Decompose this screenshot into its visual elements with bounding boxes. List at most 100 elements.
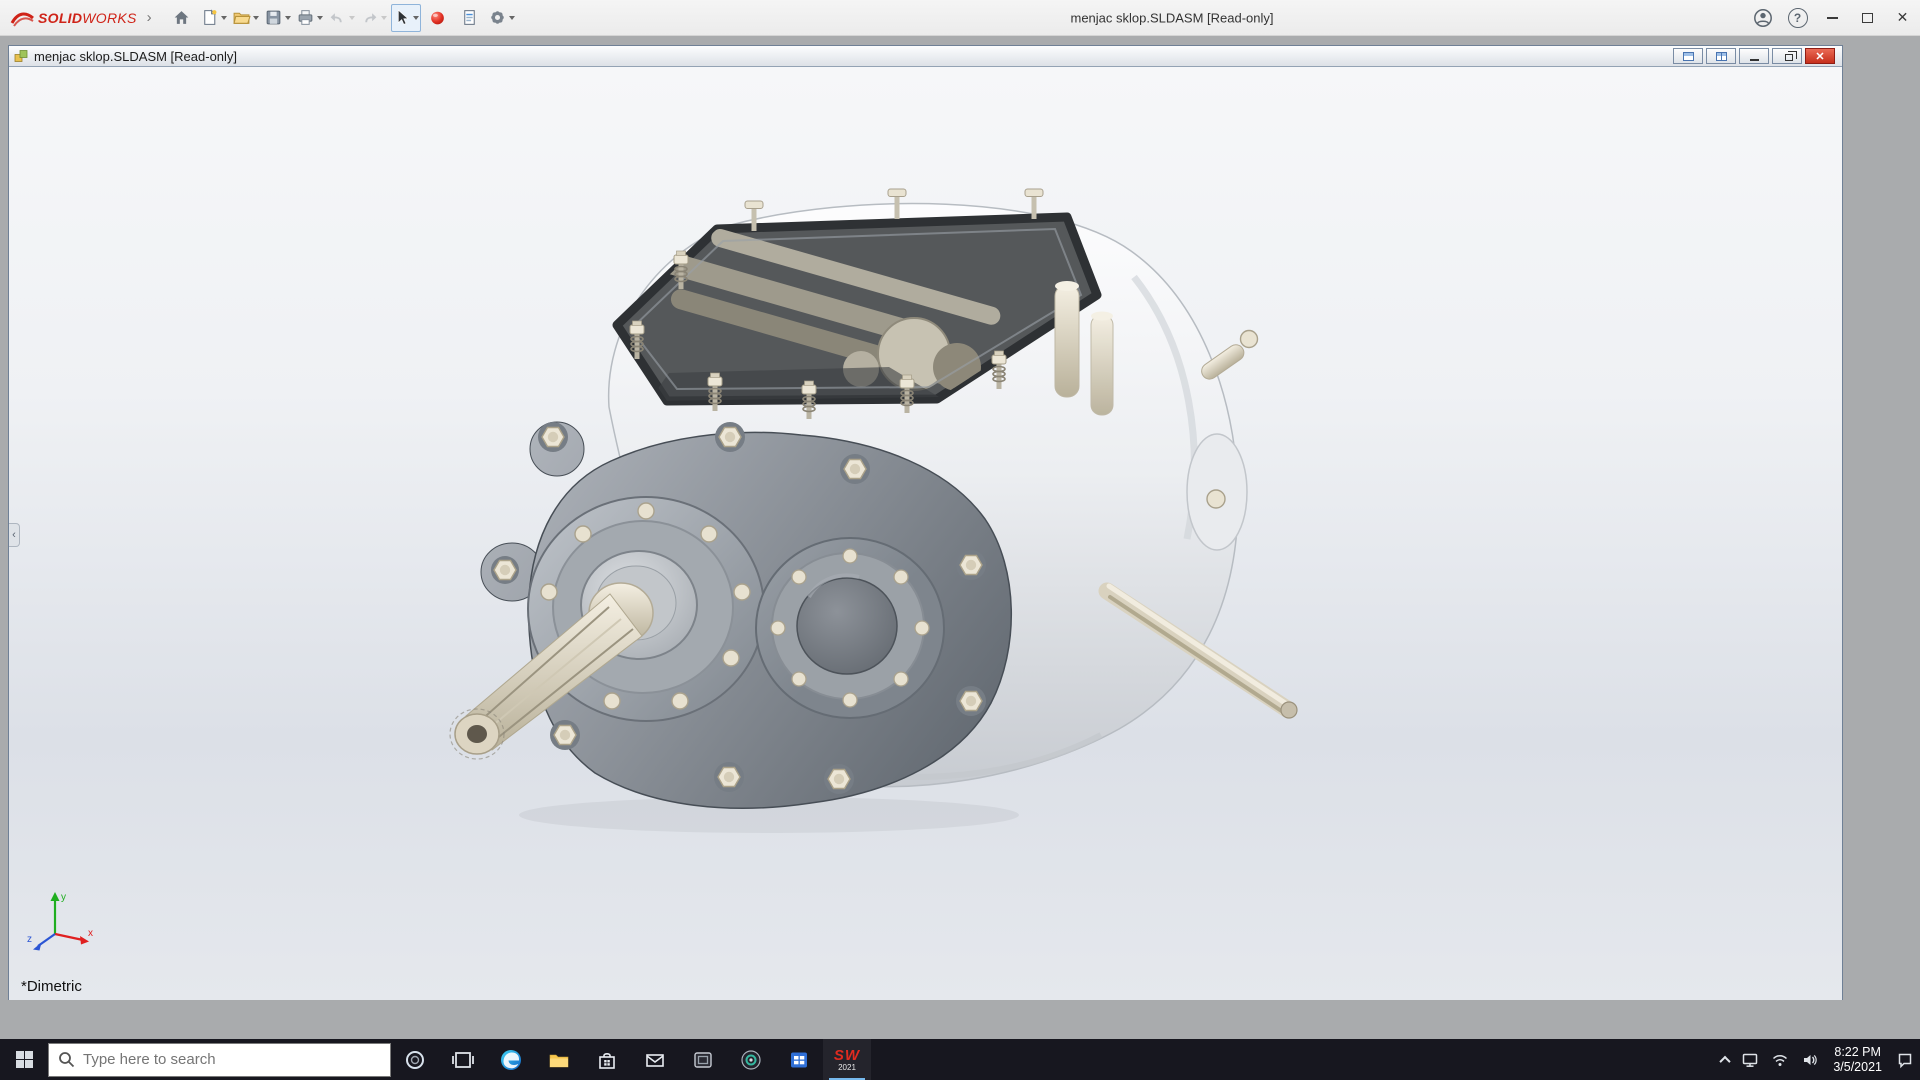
file-properties-icon: [464, 10, 475, 25]
close-button[interactable]: ✕: [1885, 0, 1920, 35]
viewport-pane-button[interactable]: [1673, 48, 1703, 64]
undo-dropdown-icon: [349, 15, 356, 20]
taskbar-app-blue-tiles[interactable]: [775, 1039, 823, 1080]
tray-display-button[interactable]: [1735, 1039, 1765, 1080]
split-pane-icon: [1715, 51, 1727, 61]
maximize-icon: [1862, 12, 1873, 23]
clock-date: 3/5/2021: [1833, 1059, 1882, 1074]
network-icon: [1773, 1054, 1788, 1066]
cortana-button[interactable]: [391, 1039, 439, 1080]
pane-icon: [1682, 51, 1694, 61]
redo-button[interactable]: [359, 4, 389, 32]
tray-network-button[interactable]: [1765, 1039, 1795, 1080]
home-button[interactable]: [167, 4, 197, 32]
taskbar-app-edge[interactable]: [487, 1039, 535, 1080]
system-tray: 8:22 PM 3/5/2021: [1715, 1039, 1920, 1080]
display-icon: [1743, 1053, 1758, 1067]
help-icon: ?: [1787, 7, 1808, 28]
task-view-icon: [452, 1051, 474, 1068]
minimize-icon: [1827, 16, 1838, 19]
rebuild-button[interactable]: [423, 4, 453, 32]
open-button[interactable]: [231, 4, 261, 32]
hidden-icons-button[interactable]: [1715, 1039, 1735, 1080]
help-button[interactable]: ?: [1780, 0, 1815, 35]
print-button[interactable]: [295, 4, 325, 32]
select-dropdown-icon[interactable]: [413, 15, 420, 20]
new-document-icon: [204, 9, 217, 25]
application-title: menjac sklop.SLDASM [Read-only]: [1070, 10, 1274, 25]
taskbar-app-media[interactable]: [727, 1039, 775, 1080]
options-button[interactable]: [487, 4, 517, 32]
save-button[interactable]: [263, 4, 293, 32]
task-view-button[interactable]: [439, 1039, 487, 1080]
taskbar-clock[interactable]: 8:22 PM 3/5/2021: [1825, 1045, 1890, 1075]
document-window: menjac sklop.SLDASM [Read-only] ✕ ‹ y x …: [8, 45, 1843, 1000]
taskbar-app-solidworks[interactable]: SW 2021: [823, 1039, 871, 1080]
blue-tiles-app-icon: [791, 1052, 807, 1067]
assembly-document-icon: [14, 50, 28, 62]
taskbar-app-screenshot[interactable]: [679, 1039, 727, 1080]
viewport-split-button[interactable]: [1706, 48, 1736, 64]
undo-icon: [330, 13, 342, 23]
options-gear-icon: [491, 11, 504, 24]
gearbox-assembly-model: [449, 188, 1298, 833]
start-button[interactable]: [0, 1039, 48, 1080]
windows-logo-icon: [15, 1051, 33, 1068]
search-icon: [59, 1052, 75, 1068]
clock-time: 8:22 PM: [1834, 1044, 1881, 1059]
file-explorer-icon: [549, 1054, 569, 1067]
view-orientation-label: *Dimetric: [21, 978, 82, 995]
save-dropdown-icon[interactable]: [285, 15, 292, 20]
user-icon: [1753, 8, 1772, 27]
tray-volume-button[interactable]: [1795, 1039, 1825, 1080]
graphics-viewport[interactable]: ‹ y x z *Dimetric: [9, 67, 1842, 1000]
select-tool-button[interactable]: [390, 3, 421, 32]
account-button[interactable]: [1745, 0, 1780, 35]
options-dropdown-icon[interactable]: [509, 15, 516, 20]
mdi-client-area: menjac sklop.SLDASM [Read-only] ✕ ‹ y x …: [0, 36, 1920, 1039]
store-icon: [599, 1052, 615, 1069]
restore-icon: [1784, 51, 1797, 61]
taskbar-search[interactable]: [48, 1042, 391, 1077]
media-app-icon: [741, 1049, 761, 1070]
solidworks-2021-icon: SW 2021: [834, 1048, 860, 1072]
feature-panel-collapse-tab[interactable]: ‹: [9, 523, 20, 547]
close-icon: ✕: [1815, 50, 1825, 63]
select-arrow-icon: [398, 9, 409, 25]
edge-icon: [501, 1049, 521, 1070]
action-center-button[interactable]: [1890, 1039, 1920, 1080]
menu-flyout-arrow-icon[interactable]: ›: [147, 9, 152, 26]
new-document-dropdown-icon[interactable]: [221, 15, 228, 20]
orientation-triad[interactable]: y x z: [25, 886, 97, 958]
triad-y-label: y: [61, 892, 66, 903]
cortana-icon: [406, 1050, 424, 1069]
taskbar-app-mail[interactable]: [631, 1039, 679, 1080]
document-close-button[interactable]: ✕: [1805, 48, 1835, 64]
application-titlebar: SOLIDWORKS › menjac sklop.SLDASM [Read-o…: [0, 0, 1920, 36]
new-document-button[interactable]: [199, 4, 229, 32]
solidworks-logo: SOLIDWORKS: [10, 9, 137, 27]
solidworks-year: 2021: [838, 1062, 856, 1072]
redo-dropdown-icon: [381, 15, 388, 20]
print-dropdown-icon[interactable]: [317, 15, 324, 20]
print-icon: [298, 10, 313, 25]
rebuild-icon: [431, 11, 445, 25]
search-input[interactable]: [83, 1051, 381, 1068]
document-titlebar[interactable]: menjac sklop.SLDASM [Read-only] ✕: [9, 46, 1842, 67]
brand-text: SOLIDWORKS: [38, 9, 137, 26]
redo-icon: [365, 13, 377, 23]
taskbar-app-store[interactable]: [583, 1039, 631, 1080]
file-properties-button[interactable]: [455, 4, 485, 32]
ds-swoosh-icon: [10, 12, 34, 27]
taskbar-app-file-explorer[interactable]: [535, 1039, 583, 1080]
undo-button[interactable]: [327, 4, 357, 32]
open-dropdown-icon[interactable]: [253, 15, 260, 20]
maximize-button[interactable]: [1850, 0, 1885, 35]
panel-collapse-icon: ‹: [12, 529, 16, 541]
triad-x-label: x: [88, 928, 93, 939]
minimize-button[interactable]: [1815, 0, 1850, 35]
screenshot-app-icon: [694, 1051, 712, 1068]
document-minimize-button[interactable]: [1739, 48, 1769, 64]
document-restore-button[interactable]: [1772, 48, 1802, 64]
action-center-icon: [1898, 1053, 1912, 1068]
